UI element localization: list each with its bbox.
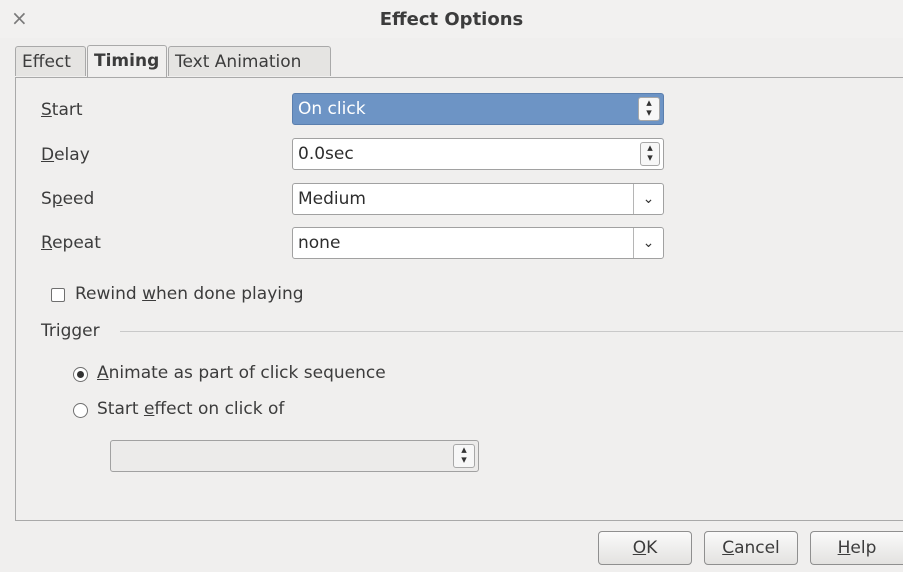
trigger-divider — [120, 331, 903, 332]
speed-value: Medium — [298, 189, 366, 209]
start-effect-on-click-radio[interactable] — [73, 403, 88, 418]
repeat-select[interactable]: none ⌄ — [292, 227, 664, 259]
start-select[interactable]: On click ▴ ▾ — [292, 93, 664, 125]
start-effect-on-click-label[interactable]: Start effect on click of — [97, 399, 284, 419]
spin-arrows-icon[interactable]: ▴ ▾ — [638, 97, 660, 121]
speed-select[interactable]: Medium ⌄ — [292, 183, 664, 215]
trigger-heading: Trigger — [41, 321, 100, 341]
animate-sequence-radio[interactable] — [73, 367, 88, 382]
repeat-label: Repeat — [41, 233, 101, 253]
shape-select[interactable]: ▴ ▾ — [110, 440, 479, 472]
start-value: On click — [298, 99, 366, 119]
dialog-title: Effect Options — [379, 9, 524, 30]
spin-arrows-icon[interactable]: ▴ ▾ — [640, 142, 660, 166]
start-label: Start — [41, 100, 83, 120]
title-bar: × Effect Options — [0, 0, 903, 38]
repeat-value: none — [298, 233, 341, 253]
rewind-checkbox[interactable] — [51, 288, 65, 302]
tab-text-animation[interactable]: Text Animation — [168, 46, 331, 76]
delay-label: Delay — [41, 145, 90, 165]
ok-button[interactable]: OK — [598, 531, 692, 565]
speed-label: Speed — [41, 189, 95, 209]
tab-timing[interactable]: Timing — [87, 45, 167, 77]
spin-arrows-icon[interactable]: ▴ ▾ — [453, 444, 475, 468]
animate-sequence-label[interactable]: Animate as part of click sequence — [97, 363, 386, 383]
rewind-label[interactable]: Rewind when done playing — [75, 284, 304, 304]
chevron-down-icon[interactable]: ⌄ — [633, 184, 663, 214]
delay-value: 0.0sec — [298, 144, 354, 164]
tab-effect[interactable]: Effect — [15, 46, 86, 76]
chevron-down-icon[interactable]: ⌄ — [633, 228, 663, 258]
delay-spinbox[interactable]: 0.0sec ▴ ▾ — [292, 138, 664, 170]
help-button[interactable]: Help — [810, 531, 903, 565]
cancel-button[interactable]: Cancel — [704, 531, 798, 565]
